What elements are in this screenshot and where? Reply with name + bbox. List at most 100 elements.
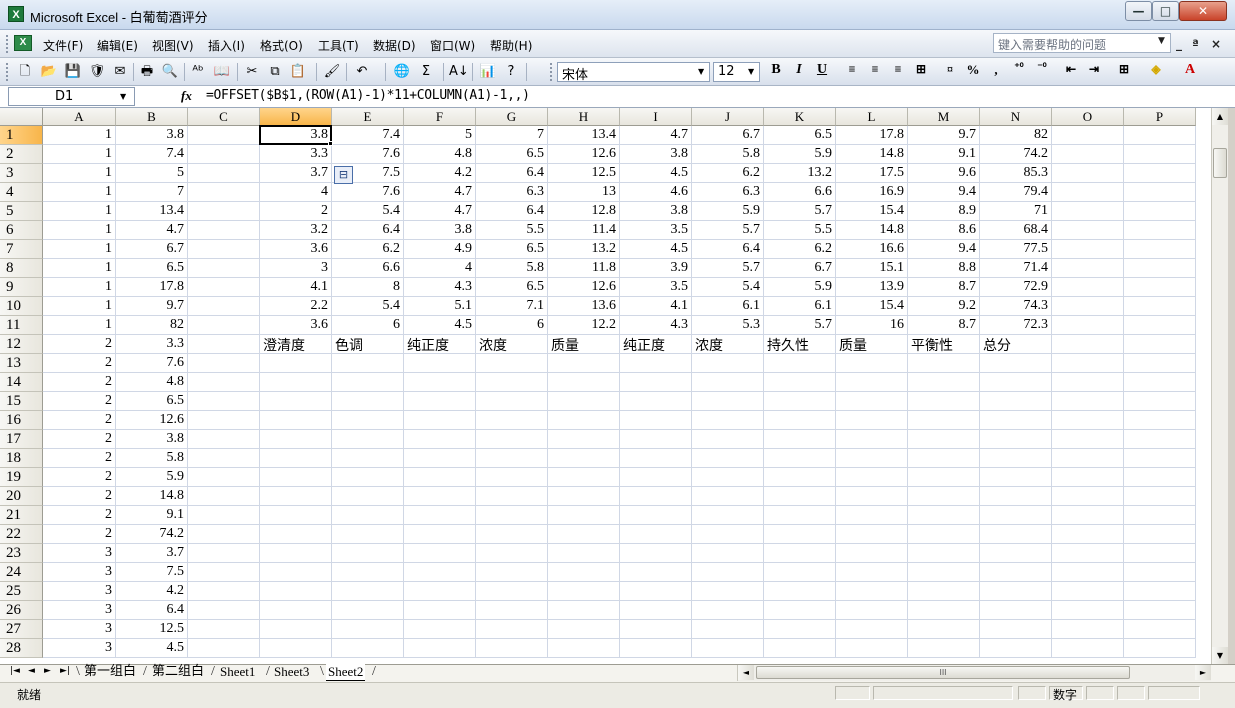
menu-edit[interactable]: 编辑(E) (97, 37, 138, 54)
cell-d14[interactable] (260, 373, 332, 392)
hyperlink-icon[interactable]: 🌐 (393, 63, 411, 81)
row-header-14[interactable]: 14 (0, 373, 43, 392)
cell-a25[interactable]: 3 (43, 582, 116, 601)
cell-n7[interactable]: 77.5 (980, 240, 1052, 259)
cell-h19[interactable] (548, 468, 620, 487)
cell-e27[interactable] (332, 620, 404, 639)
row-header-27[interactable]: 27 (0, 620, 43, 639)
column-header-k[interactable]: K (764, 108, 836, 126)
sheet-tab-group2-white[interactable]: 第二组白 (150, 664, 206, 681)
cell-b22[interactable]: 74.2 (116, 525, 188, 544)
cell-j7[interactable]: 6.4 (692, 240, 764, 259)
cell-b14[interactable]: 4.8 (116, 373, 188, 392)
cell-o26[interactable] (1052, 601, 1124, 620)
chevron-down-icon[interactable]: ▼ (1158, 36, 1165, 46)
cell-p3[interactable] (1124, 164, 1196, 183)
cell-b25[interactable]: 4.2 (116, 582, 188, 601)
cell-b26[interactable]: 6.4 (116, 601, 188, 620)
cell-n3[interactable]: 85.3 (980, 164, 1052, 183)
cell-i10[interactable]: 4.1 (620, 297, 692, 316)
cell-j12[interactable]: 浓度 (692, 335, 764, 354)
row-header-8[interactable]: 8 (0, 259, 43, 278)
cell-e9[interactable]: 8 (332, 278, 404, 297)
cell-p11[interactable] (1124, 316, 1196, 335)
cell-h3[interactable]: 12.5 (548, 164, 620, 183)
increase-indent-icon[interactable]: ⇥ (1084, 62, 1104, 82)
column-header-e[interactable]: E (332, 108, 404, 126)
cell-o17[interactable] (1052, 430, 1124, 449)
cell-j28[interactable] (692, 639, 764, 658)
cell-b17[interactable]: 3.8 (116, 430, 188, 449)
cell-e5[interactable]: 5.4 (332, 202, 404, 221)
cell-n27[interactable] (980, 620, 1052, 639)
cell-l9[interactable]: 13.9 (836, 278, 908, 297)
cell-n13[interactable] (980, 354, 1052, 373)
sheet-tab-sheet1[interactable]: Sheet1 (218, 664, 257, 681)
cell-p13[interactable] (1124, 354, 1196, 373)
cell-i3[interactable]: 4.5 (620, 164, 692, 183)
cell-d17[interactable] (260, 430, 332, 449)
select-all-corner[interactable] (0, 108, 43, 126)
currency-icon[interactable]: ¤ (940, 62, 960, 82)
cell-k23[interactable] (764, 544, 836, 563)
cell-l17[interactable] (836, 430, 908, 449)
merge-center-icon[interactable]: ⊞ (911, 62, 931, 82)
cell-n28[interactable] (980, 639, 1052, 658)
cell-k26[interactable] (764, 601, 836, 620)
cell-e6[interactable]: 6.4 (332, 221, 404, 240)
cell-k9[interactable]: 5.9 (764, 278, 836, 297)
cell-p18[interactable] (1124, 449, 1196, 468)
cell-k16[interactable] (764, 411, 836, 430)
cell-l12[interactable]: 质量 (836, 335, 908, 354)
cell-a4[interactable]: 1 (43, 183, 116, 202)
cell-n12[interactable]: 总分 (980, 335, 1052, 354)
cell-o10[interactable] (1052, 297, 1124, 316)
row-header-24[interactable]: 24 (0, 563, 43, 582)
cell-c6[interactable] (188, 221, 260, 240)
permission-icon[interactable]: 🛡 (88, 63, 106, 81)
cell-e17[interactable] (332, 430, 404, 449)
cell-e18[interactable] (332, 449, 404, 468)
cell-e21[interactable] (332, 506, 404, 525)
cell-l26[interactable] (836, 601, 908, 620)
row-header-17[interactable]: 17 (0, 430, 43, 449)
cell-f12[interactable]: 纯正度 (404, 335, 476, 354)
insert-function-icon[interactable]: fx (181, 88, 192, 104)
cell-l24[interactable] (836, 563, 908, 582)
undo-icon[interactable]: ↶ (353, 63, 371, 81)
cell-j25[interactable] (692, 582, 764, 601)
format-painter-icon[interactable]: 🖌 (323, 63, 341, 81)
cell-a19[interactable]: 2 (43, 468, 116, 487)
cell-o25[interactable] (1052, 582, 1124, 601)
cell-m25[interactable] (908, 582, 980, 601)
cell-m1[interactable]: 9.7 (908, 126, 980, 145)
cell-f13[interactable] (404, 354, 476, 373)
comma-style-button[interactable]: , (986, 62, 1006, 82)
open-icon[interactable]: 📂 (40, 63, 58, 81)
cell-a5[interactable]: 1 (43, 202, 116, 221)
menu-view[interactable]: 视图(V) (152, 37, 194, 54)
cell-j21[interactable] (692, 506, 764, 525)
cell-f9[interactable]: 4.3 (404, 278, 476, 297)
cell-d18[interactable] (260, 449, 332, 468)
cell-e11[interactable]: 6 (332, 316, 404, 335)
menu-data[interactable]: 数据(D) (373, 37, 416, 54)
cell-i18[interactable] (620, 449, 692, 468)
cell-l14[interactable] (836, 373, 908, 392)
row-header-11[interactable]: 11 (0, 316, 43, 335)
cell-b6[interactable]: 4.7 (116, 221, 188, 240)
cell-b5[interactable]: 13.4 (116, 202, 188, 221)
cell-f16[interactable] (404, 411, 476, 430)
doc-close-button[interactable]: × (1211, 37, 1221, 51)
cell-l25[interactable] (836, 582, 908, 601)
cell-a22[interactable]: 2 (43, 525, 116, 544)
row-header-16[interactable]: 16 (0, 411, 43, 430)
cell-b3[interactable]: 5 (116, 164, 188, 183)
cell-m9[interactable]: 8.7 (908, 278, 980, 297)
minimize-button[interactable]: — (1125, 1, 1152, 21)
cell-m21[interactable] (908, 506, 980, 525)
cell-l13[interactable] (836, 354, 908, 373)
cell-h2[interactable]: 12.6 (548, 145, 620, 164)
cell-o27[interactable] (1052, 620, 1124, 639)
cell-p12[interactable] (1124, 335, 1196, 354)
